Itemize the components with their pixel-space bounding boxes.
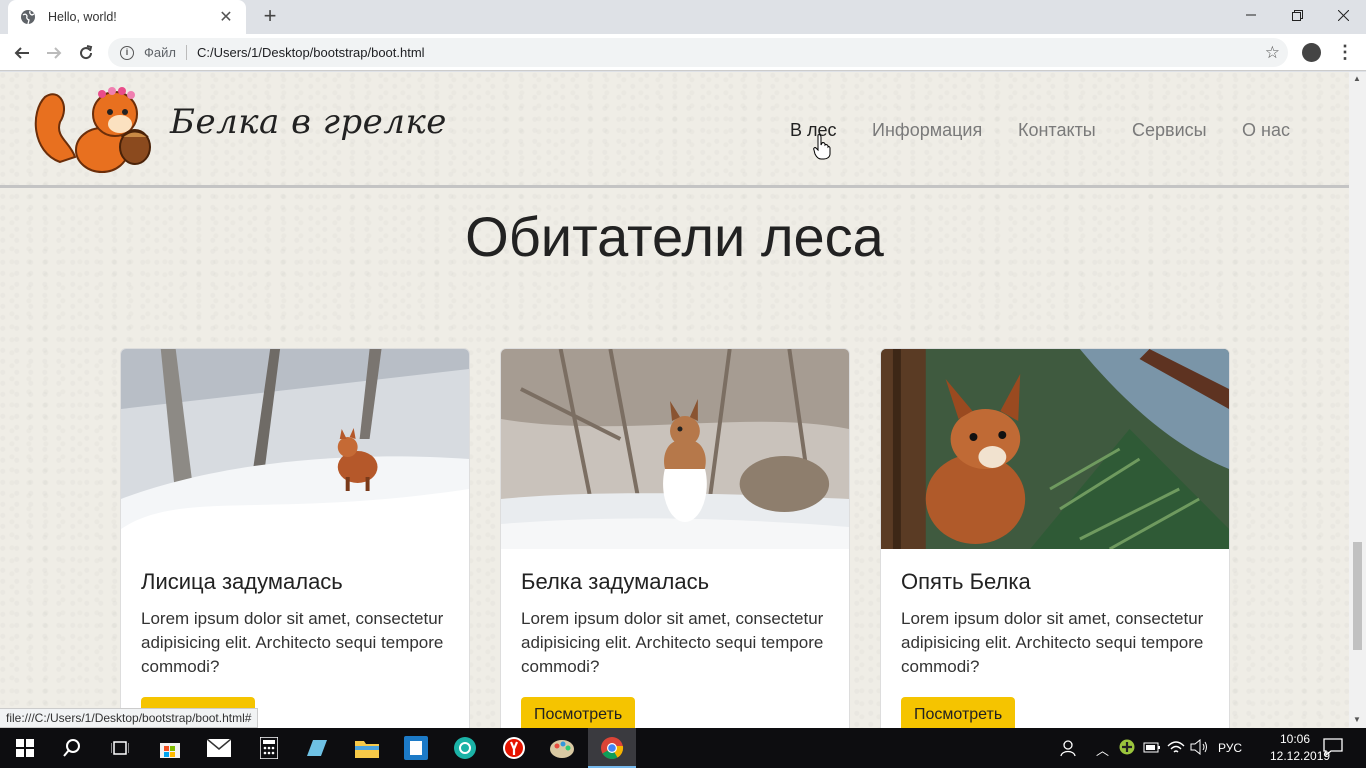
bookmark-star-icon[interactable]: ☆ (1265, 43, 1280, 63)
address-bar[interactable]: i Файл C:/Users/1/Desktop/bootstrap/boot… (108, 38, 1288, 67)
globe-app-icon[interactable] (450, 734, 480, 762)
language-indicator[interactable]: РУС (1218, 741, 1242, 755)
site-brand[interactable]: Белка в грелке (170, 102, 447, 142)
antivirus-tray-icon[interactable] (1119, 739, 1135, 758)
card-title: Лисица задумалась (141, 569, 343, 594)
scheme-label: Файл (144, 45, 187, 60)
fox-in-snow-image (121, 349, 469, 549)
card-text: Lorem ipsum dolor sit amet, consectetur … (141, 609, 444, 676)
people-icon[interactable] (1060, 739, 1078, 760)
browser-menu-icon[interactable]: ⋮ (1336, 42, 1354, 63)
info-icon[interactable]: i (120, 45, 134, 60)
status-bubble: file:///C:/Users/1/Desktop/bootstrap/boo… (0, 708, 259, 728)
clock-date[interactable]: 12.12.2019 (1270, 749, 1330, 763)
nav-link-info[interactable]: Информация (872, 120, 982, 141)
tab-close-icon[interactable]: ✕ (218, 7, 234, 27)
forward-arrow-icon (47, 47, 62, 59)
card-squirrel: Белка задумалась Lorem ipsum dolor sit a… (500, 348, 850, 728)
chrome-icon[interactable] (597, 734, 627, 762)
page-title: Обитатели леса (465, 205, 884, 268)
nav-link-contacts[interactable]: Контакты (1018, 120, 1096, 141)
reload-button[interactable] (73, 40, 99, 66)
page-viewport: Белка в грелке В лес Информация Контакты… (0, 72, 1349, 728)
text-editor-icon[interactable] (401, 734, 431, 762)
task-view-icon[interactable] (105, 734, 135, 762)
nav-link-about[interactable]: О нас (1242, 120, 1290, 141)
file-explorer-icon[interactable] (352, 734, 382, 762)
scrollbar-thumb[interactable] (1353, 542, 1362, 650)
wifi-icon[interactable] (1167, 739, 1185, 758)
battery-icon[interactable] (1143, 740, 1161, 757)
hand-cursor-icon (813, 134, 831, 160)
restore-button[interactable] (1274, 0, 1320, 30)
back-arrow-icon (14, 47, 29, 59)
windows-taskbar: ︿ РУС 10:06 12.12.2019 (0, 728, 1366, 768)
page-scrollbar[interactable]: ▲ ▼ (1349, 72, 1366, 728)
close-window-button[interactable] (1320, 0, 1366, 30)
profile-avatar-icon[interactable] (1302, 43, 1321, 62)
notifications-icon[interactable] (1323, 738, 1343, 759)
tab-title: Hello, world! (48, 10, 117, 24)
chevron-up-icon[interactable]: ︿ (1096, 740, 1109, 759)
mail-icon[interactable] (204, 734, 234, 762)
back-button[interactable] (9, 40, 35, 66)
card-title: Опять Белка (901, 569, 1031, 594)
yandex-browser-icon[interactable] (499, 734, 529, 762)
new-tab-button[interactable]: + (258, 4, 282, 28)
browser-toolbar: i Файл C:/Users/1/Desktop/bootstrap/boot… (0, 34, 1366, 71)
windows-start-icon[interactable] (10, 734, 40, 762)
card-squirrel-again: Опять Белка Lorem ipsum dolor sit amet, … (880, 348, 1230, 728)
minimize-button[interactable] (1228, 0, 1274, 30)
scroll-up-arrow-icon[interactable]: ▲ (1353, 74, 1361, 83)
squirrel-in-snow-image (501, 349, 849, 549)
search-icon[interactable] (57, 734, 87, 762)
view-button[interactable]: Посмотреть (901, 697, 1016, 728)
reload-icon (80, 45, 93, 60)
card-title: Белка задумалась (521, 569, 710, 594)
volume-icon[interactable] (1190, 738, 1208, 758)
url-text[interactable]: C:/Users/1/Desktop/bootstrap/boot.html (197, 45, 425, 60)
browser-tab[interactable]: Hello, world! ✕ (8, 0, 246, 34)
nav-link-services[interactable]: Сервисы (1132, 120, 1207, 141)
notes-app-icon[interactable] (302, 734, 332, 762)
card-fox: Лисица задумалась Lorem ipsum dolor sit … (120, 348, 470, 728)
scroll-down-arrow-icon[interactable]: ▼ (1353, 715, 1361, 724)
store-icon[interactable] (155, 734, 185, 762)
tab-strip: Hello, world! ✕ + (0, 0, 1366, 34)
site-header: Белка в грелке В лес Информация Контакты… (0, 72, 1349, 188)
squirrel-logo[interactable] (30, 82, 154, 174)
clock-time[interactable]: 10:06 (1280, 732, 1310, 746)
calculator-icon[interactable] (254, 734, 284, 762)
view-button[interactable]: Посмотреть (521, 697, 636, 728)
card-text: Lorem ipsum dolor sit amet, consectetur … (521, 609, 824, 676)
squirrel-on-tree-image (881, 349, 1229, 551)
card-text: Lorem ipsum dolor sit amet, consectetur … (901, 609, 1204, 676)
globe-icon (21, 10, 35, 25)
forward-button[interactable] (41, 40, 67, 66)
paint-app-icon[interactable] (547, 734, 577, 762)
